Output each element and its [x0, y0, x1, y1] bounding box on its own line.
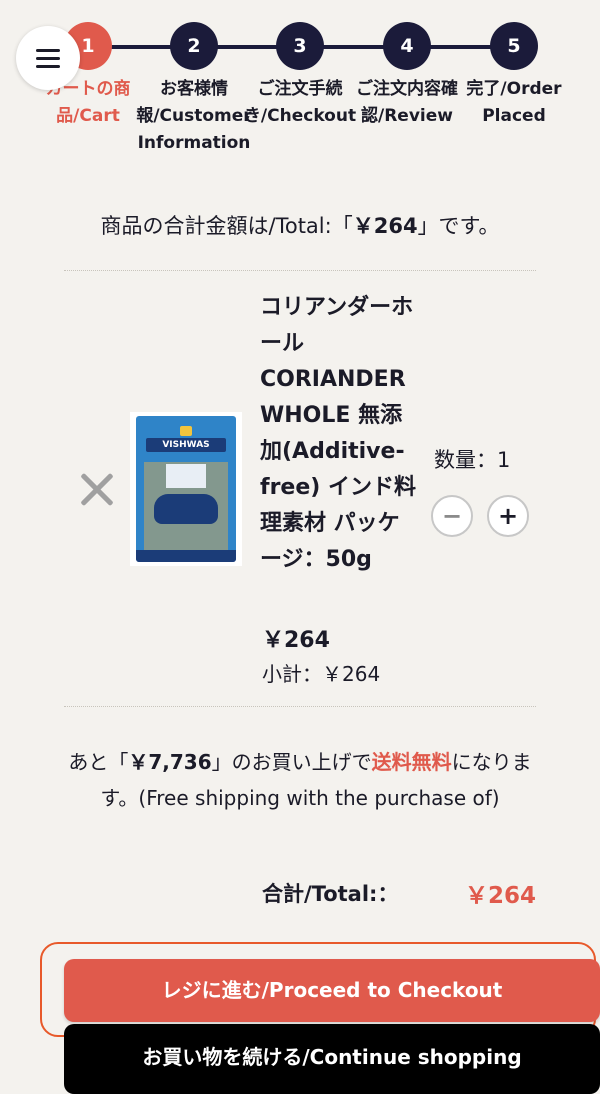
step-label: 完了/Order Placed — [466, 79, 562, 126]
divider — [64, 270, 536, 271]
package-label — [166, 464, 206, 488]
continue-shopping-button[interactable]: お買い物を続ける/Continue shopping — [64, 1024, 600, 1094]
step-number: 3 — [276, 22, 324, 70]
menu-icon-bar — [36, 48, 60, 52]
increase-quantity-button[interactable]: + — [487, 495, 529, 537]
decrease-quantity-button[interactable]: − — [431, 495, 473, 537]
grand-total-value: ￥264 — [464, 883, 536, 909]
product-price: ￥264 — [262, 628, 330, 653]
package-brand-text: VISHWAS — [146, 438, 226, 452]
divider — [64, 706, 536, 707]
product-subtotal: 小計：￥264 — [262, 662, 381, 686]
shipping-middle: 」のお買い上げで — [211, 750, 372, 774]
product-name[interactable]: コリアンダーホール CORIANDER WHOLE 無添加(Additive-f… — [260, 290, 420, 578]
menu-icon-bar — [36, 64, 60, 68]
package-footer — [136, 550, 236, 562]
step-number: 5 — [490, 22, 538, 70]
step-order-placed: 5 完了/Order Placed — [455, 22, 573, 130]
summary-suffix: 」です。 — [417, 214, 500, 238]
menu-icon-bar — [36, 56, 60, 60]
free-shipping-notice: あと「￥7,736」のお買い上げで送料無料になります。(Free shippin… — [60, 744, 540, 816]
step-label: お客様情報/Customer Information — [136, 79, 252, 153]
step-number: 4 — [383, 22, 431, 70]
step-checkout: 3 ご注文手続き/Checkout — [241, 22, 359, 130]
brand-logo-icon — [180, 426, 192, 436]
shipping-remaining-amount: ￥7,736 — [128, 750, 212, 774]
hamburger-menu-button[interactable] — [16, 26, 80, 90]
proceed-to-checkout-button[interactable]: レジに進む/Proceed to Checkout — [64, 959, 600, 1022]
remove-item-icon[interactable] — [78, 470, 116, 508]
free-shipping-highlight: 送料無料 — [371, 750, 452, 774]
product-image[interactable]: VISHWAS — [130, 412, 242, 566]
summary-amount: ￥264 — [352, 214, 418, 238]
quantity-label: 数量：1 — [434, 448, 511, 472]
grand-total-label: 合計/Total:： — [262, 882, 399, 906]
shipping-prefix: あと「 — [68, 750, 129, 774]
summary-prefix: 商品の合計金額は/Total:「 — [100, 214, 353, 238]
handshake-graphic — [154, 494, 218, 524]
step-label: ご注文内容確認/Review — [356, 79, 458, 126]
product-package: VISHWAS — [136, 416, 236, 562]
checkout-progress-steps: 1 カートの商品/Cart 2 お客様情報/Customer Informati… — [0, 22, 600, 162]
step-label: ご注文手続き/Checkout — [243, 79, 357, 126]
step-customer-information: 2 お客様情報/Customer Information — [135, 22, 253, 157]
cart-total-summary: 商品の合計金額は/Total:「￥264」です。 — [0, 210, 600, 240]
step-number: 2 — [170, 22, 218, 70]
step-review: 4 ご注文内容確認/Review — [348, 22, 466, 130]
